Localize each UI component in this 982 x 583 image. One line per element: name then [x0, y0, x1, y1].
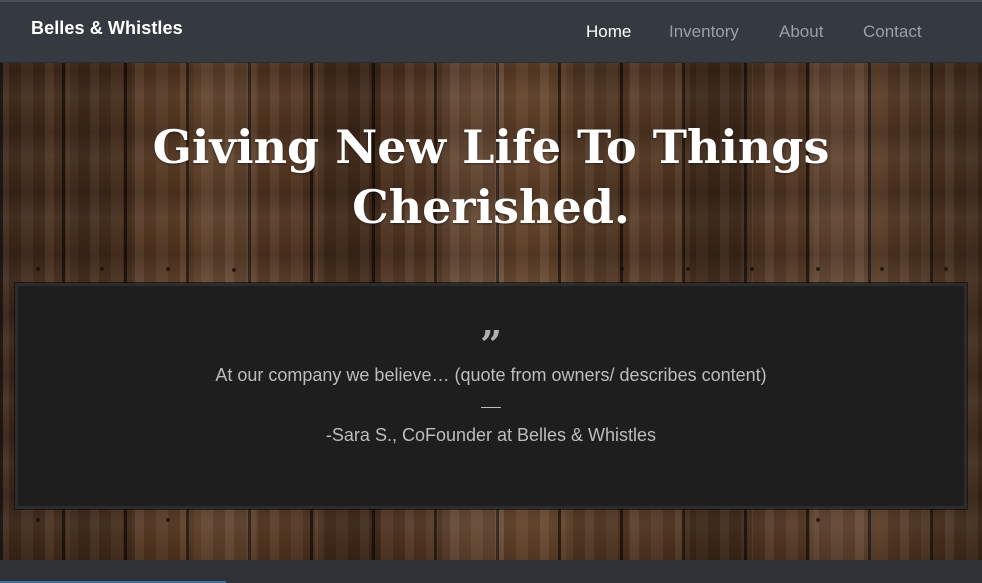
nav-home[interactable]: Home [586, 22, 631, 42]
nail-dot [100, 267, 104, 271]
nail-dot [166, 267, 170, 271]
nail-dot [816, 267, 820, 271]
nav-contact[interactable]: Contact [863, 22, 922, 42]
nail-dot [750, 267, 754, 271]
nav-about[interactable]: About [779, 22, 823, 42]
headline-line-2: Cherished. [352, 180, 630, 234]
nail-dot [36, 518, 40, 522]
brand-logo-text[interactable]: Belles & Whistles [31, 18, 183, 39]
testimonial-author: -Sara S., CoFounder at Belles & Whistles [325, 425, 657, 445]
testimonial-card: ” At our company we believe… (quote from… [15, 283, 967, 509]
nav-inventory[interactable]: Inventory [669, 22, 739, 42]
nail-dot [880, 267, 884, 271]
nail-dot [36, 267, 40, 271]
nail-dot [620, 267, 624, 271]
hero-section: Giving New Life To Things Cherished. ” A… [0, 63, 982, 560]
headline-line-1: Giving New Life To Things [152, 120, 830, 174]
nail-dot [944, 267, 948, 271]
navbar: Belles & Whistles Home Inventory About C… [0, 0, 982, 63]
footer-strip [0, 560, 982, 583]
quote-divider [481, 407, 501, 408]
quote-icon: ” [480, 322, 502, 367]
nail-dot [166, 518, 170, 522]
hero-headline: Giving New Life To Things Cherished. [0, 117, 982, 237]
nail-dot [232, 268, 236, 272]
nail-dot [686, 267, 690, 271]
nail-dot [816, 518, 820, 522]
testimonial-quote: At our company we believe… (quote from o… [215, 365, 767, 385]
